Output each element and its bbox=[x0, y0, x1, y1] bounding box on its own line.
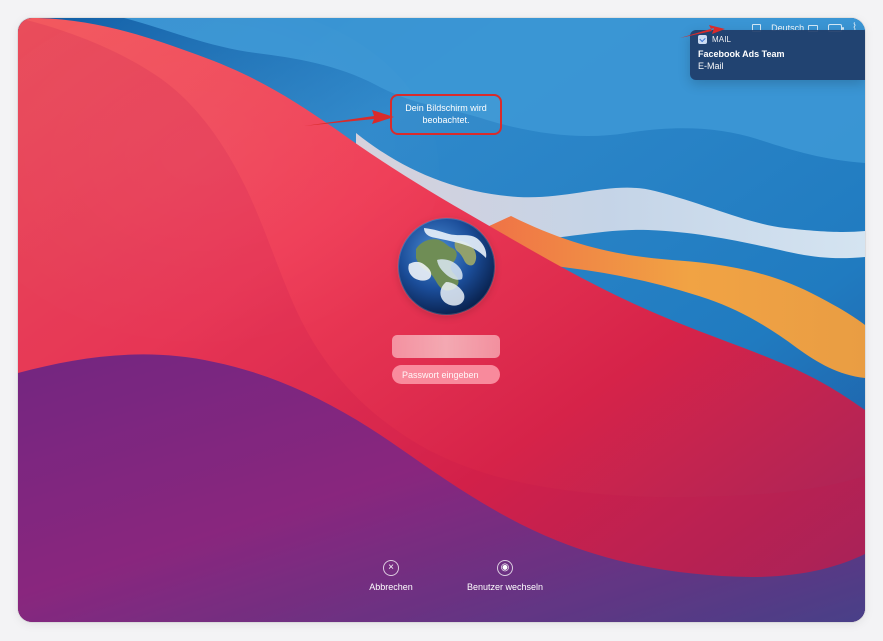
earth-avatar bbox=[398, 218, 495, 315]
notification-sender: Facebook Ads Team bbox=[698, 49, 785, 59]
cancel-button[interactable]: × Abbrechen bbox=[364, 560, 418, 592]
user-switch-icon: ◉ bbox=[497, 560, 513, 576]
lock-screen: Deutsch ⌇ MAIL Facebook Ads Team E-Mail … bbox=[18, 18, 865, 622]
password-input[interactable] bbox=[392, 365, 500, 384]
username-blurred bbox=[392, 335, 500, 358]
cancel-label: Abbrechen bbox=[369, 582, 413, 592]
user-avatar bbox=[398, 218, 495, 315]
status-message-text: Dein Bildschirm wird beobachtet. bbox=[405, 103, 487, 125]
message-annotation-arrow bbox=[304, 110, 394, 126]
switch-user-button[interactable]: ◉ Benutzer wechseln bbox=[463, 560, 547, 592]
top-annotation-arrow bbox=[680, 25, 725, 38]
notification-subject: E-Mail bbox=[698, 61, 724, 71]
switch-user-label: Benutzer wechseln bbox=[466, 582, 544, 592]
status-message: Dein Bildschirm wird beobachtet. bbox=[390, 94, 502, 135]
cancel-icon: × bbox=[383, 560, 399, 576]
